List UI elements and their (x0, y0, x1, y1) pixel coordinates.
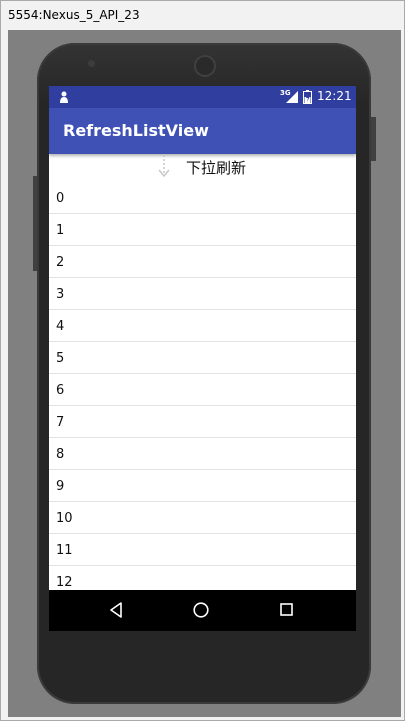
list-item[interactable]: 4 (49, 310, 356, 342)
person-icon (60, 91, 68, 103)
list-item[interactable]: 11 (49, 534, 356, 566)
speaker-icon (194, 55, 216, 77)
down-arrow-icon (158, 155, 170, 177)
refresh-header[interactable]: 下拉刷新 (49, 154, 356, 182)
status-time: 12:21 (317, 89, 352, 103)
list-item[interactable]: 7 (49, 406, 356, 438)
list-item-label: 0 (56, 191, 65, 206)
list-item[interactable]: 0 (49, 182, 356, 214)
emulator-window: 5554:Nexus_5_API_23 3G 12:21 RefreshList… (0, 0, 405, 721)
back-icon[interactable] (109, 602, 123, 618)
camera-icon (88, 60, 95, 67)
refresh-label: 下拉刷新 (186, 159, 247, 177)
signal-icon (286, 91, 298, 103)
list-item[interactable]: 3 (49, 278, 356, 310)
list-item[interactable]: 9 (49, 470, 356, 502)
status-bar: 3G 12:21 (49, 86, 356, 108)
list-item-label: 3 (56, 287, 65, 302)
window-title: 5554:Nexus_5_API_23 (8, 8, 140, 22)
list-item-label: 6 (56, 383, 65, 398)
list-item-label: 5 (56, 351, 65, 366)
list-item-label: 1 (56, 223, 65, 238)
home-icon[interactable] (193, 602, 209, 618)
device-screen: 3G 12:21 RefreshListView 下拉刷新 0 1 2 3 4 … (49, 86, 356, 631)
battery-icon (303, 90, 312, 104)
list-item[interactable]: 5 (49, 342, 356, 374)
list-item-label: 7 (56, 415, 65, 430)
list-item[interactable]: 6 (49, 374, 356, 406)
list-item-label: 12 (56, 575, 73, 590)
recents-icon[interactable] (280, 603, 293, 616)
list-item-label: 11 (56, 543, 73, 558)
app-title: RefreshListView (63, 121, 209, 140)
navigation-bar (49, 590, 356, 631)
list-item[interactable]: 8 (49, 438, 356, 470)
refresh-list[interactable]: 0 1 2 3 4 5 6 7 8 9 10 11 12 (49, 182, 356, 598)
volume-button[interactable] (33, 176, 37, 271)
list-item[interactable]: 2 (49, 246, 356, 278)
power-button[interactable] (371, 117, 376, 161)
list-item-label: 2 (56, 255, 65, 270)
list-item-label: 9 (56, 479, 65, 494)
list-item-label: 8 (56, 447, 65, 462)
list-item-label: 10 (56, 511, 73, 526)
list-item[interactable]: 10 (49, 502, 356, 534)
list-item-label: 4 (56, 319, 65, 334)
list-item[interactable]: 1 (49, 214, 356, 246)
app-bar: RefreshListView (49, 108, 356, 154)
